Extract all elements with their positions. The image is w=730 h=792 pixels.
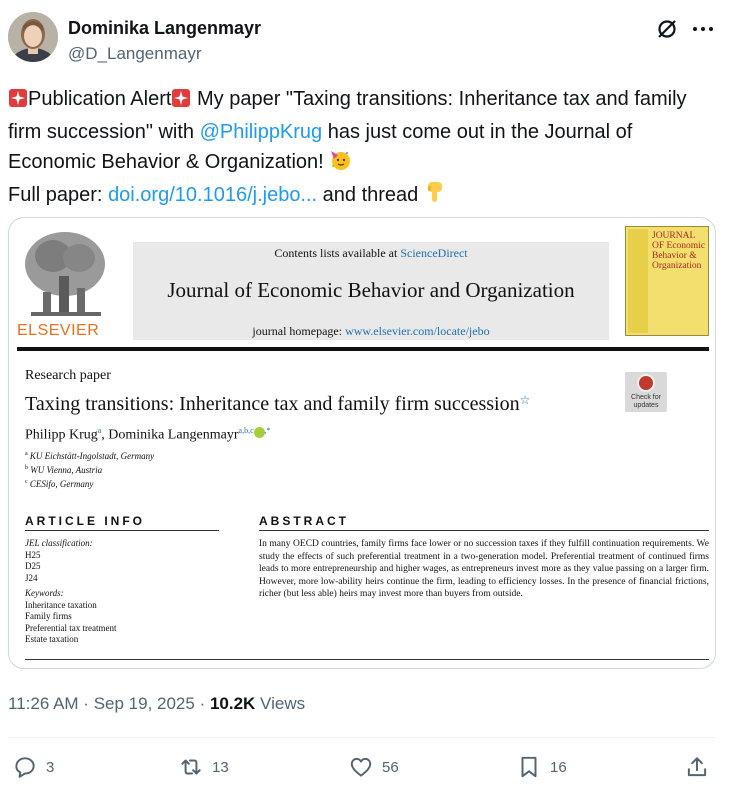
- cover-title: JOURNAL OF Economic Behavior & Organizat…: [652, 231, 706, 271]
- paper-preview: ELSEVIER Contents lists available at Sci…: [17, 226, 709, 662]
- avatar-photo: [8, 12, 58, 62]
- avatar[interactable]: [8, 12, 58, 62]
- divider: [8, 737, 716, 738]
- abstract-text: In many OECD countries, family firms fac…: [259, 539, 709, 600]
- journal-header: Contents lists available at ScienceDirec…: [133, 242, 609, 340]
- bottom-rule: [25, 659, 709, 660]
- paper-title: Taxing transitions: Inheritance tax and …: [25, 393, 531, 415]
- tweet-text-part: and thread: [317, 184, 424, 206]
- rotating-light-icon: [8, 87, 28, 117]
- affiliation: c CESifo, Germany: [25, 479, 94, 489]
- article-info-rule: [25, 530, 219, 531]
- publisher-name: ELSEVIER: [17, 322, 100, 339]
- article-info-heading: ARTICLE INFO: [25, 514, 145, 528]
- views-label: Views: [255, 694, 306, 713]
- article-type: Research paper: [25, 368, 111, 383]
- keyword: Inheritance taxation: [25, 599, 97, 610]
- bookmark-icon: [521, 756, 537, 778]
- journal-title: Journal of Economic Behavior and Organiz…: [167, 278, 575, 302]
- author-name[interactable]: Dominika Langenmayr: [68, 18, 261, 39]
- article-info-body: JEL classification: H25 D25 J24 Keywords…: [25, 538, 116, 646]
- keyword: Preferential tax treatment: [25, 622, 117, 633]
- title-footnote-star: ☆: [519, 393, 531, 407]
- paper-authors: Philipp Kruga, Dominika Langenmayra,b,c,…: [25, 426, 271, 443]
- sciencedirect-link: ScienceDirect: [400, 246, 468, 260]
- like-count: 56: [382, 758, 399, 776]
- rotating-light-icon: [171, 87, 191, 117]
- journal-cover: JOURNAL OF Economic Behavior & Organizat…: [625, 226, 709, 336]
- full-paper-label: Full paper:: [8, 184, 109, 206]
- doi-link[interactable]: doi.org/10.1016/j.jebo...: [108, 184, 317, 206]
- bookmark-button[interactable]: 16: [516, 750, 567, 784]
- mention-link[interactable]: @PhilippKrug: [200, 121, 323, 143]
- share-icon: [687, 757, 707, 777]
- check-updates-icon: [637, 374, 655, 392]
- jel-code: D25: [25, 561, 41, 571]
- tweet-date[interactable]: Sep 19, 2025: [94, 694, 195, 713]
- share-button[interactable]: [684, 750, 710, 784]
- affiliation: a KU Eichstätt-Ingolstadt, Germany: [25, 451, 155, 461]
- paper-image-card[interactable]: ELSEVIER Contents lists available at Sci…: [8, 217, 716, 669]
- repost-count: 13: [212, 758, 229, 776]
- alert-text: Publication Alert: [28, 88, 172, 110]
- journal-homepage: journal homepage: www.elsevier.com/locat…: [252, 324, 490, 338]
- keyword: Family firms: [25, 611, 72, 621]
- cover-strip: [628, 229, 648, 333]
- elsevier-tree-logo: ELSEVIER: [17, 226, 113, 339]
- reply-button[interactable]: 3: [12, 750, 54, 784]
- jel-code: H25: [25, 549, 41, 560]
- reply-count: 3: [46, 758, 55, 776]
- author-handle[interactable]: @D_Langenmayr: [68, 44, 202, 64]
- heart-icon: [350, 757, 372, 777]
- more-options-icon[interactable]: [690, 16, 716, 42]
- jel-label: JEL classification:: [25, 538, 93, 548]
- jel-code: J24: [25, 572, 38, 583]
- affiliations: a KU Eichstätt-Ingolstadt, Germany b WU …: [25, 448, 154, 490]
- keywords-label: Keywords:: [25, 588, 64, 598]
- repost-icon: [181, 759, 201, 775]
- party-face-icon: [329, 149, 351, 180]
- tweet-meta: 11:26 AM · Sep 19, 2025 · 10.2K Views: [8, 694, 306, 713]
- repost-button[interactable]: 13: [178, 750, 229, 784]
- tweet-text: Publication Alert My paper "Taxing trans…: [8, 84, 720, 213]
- header-rule: [17, 347, 709, 351]
- pointing-down-icon: [424, 180, 446, 213]
- orcid-icon: [253, 426, 265, 438]
- affiliation: b WU Vienna, Austria: [25, 465, 103, 475]
- bookmark-count: 16: [550, 758, 567, 776]
- tweet-time[interactable]: 11:26 AM: [8, 694, 79, 713]
- abstract-heading: ABSTRACT: [259, 514, 349, 528]
- tweet-header: Dominika Langenmayr @D_Langenmayr: [8, 12, 720, 68]
- keyword: Estate taxation: [25, 634, 79, 644]
- grok-icon[interactable]: [654, 16, 680, 42]
- views-count: 10.2K: [209, 694, 256, 713]
- contents-line: Contents lists available at ScienceDirec…: [274, 246, 468, 260]
- reply-icon: [15, 757, 35, 778]
- like-button[interactable]: 56: [348, 750, 399, 784]
- abstract-rule: [259, 530, 709, 531]
- check-for-updates-badge: Check for updates: [625, 372, 667, 412]
- action-bar: 3 13 56 16: [0, 750, 730, 784]
